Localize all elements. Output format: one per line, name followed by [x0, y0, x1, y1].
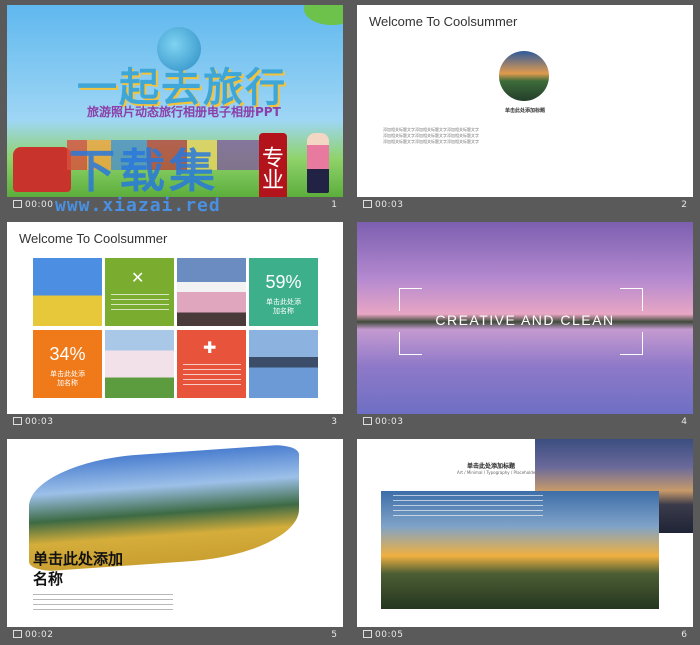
paragraph-line: 添加相关标题文字添加相关标题文字添加相关标题文字 [383, 139, 479, 144]
body-text: 添加相关标题文字添加相关标题文字添加相关标题文字 添加相关标题文字添加相关标题文… [383, 127, 673, 145]
round-photo [499, 51, 549, 101]
body-text [33, 594, 173, 610]
photo-tile-mountain [177, 258, 246, 326]
slide-canvas: Welcome To Coolsummer 单击此处添加标题 添加相关标题文字添… [357, 5, 693, 197]
slide-number: 4 [681, 417, 687, 427]
slide-status-bar: 00:02 5 [7, 627, 343, 645]
slide-thumbnail-3[interactable]: Welcome To Coolsummer ✕ 59% 单击此处添加名称 34%… [7, 222, 343, 432]
animation-icon [363, 200, 372, 208]
transition-time: 00:00 [13, 200, 53, 210]
photo-caption: 单击此处添加标题 [504, 108, 545, 114]
frame-corner-br [620, 332, 643, 355]
percent-label: 单击此处添加名称 [266, 299, 301, 315]
slide-status-bar: 00:05 6 [357, 627, 693, 645]
traveler-figure [307, 133, 329, 193]
frame-corner-bl [399, 332, 422, 355]
animation-icon [13, 630, 22, 638]
photo-tile-lake [249, 330, 318, 398]
wrench-icon: ✕ [131, 268, 145, 287]
slide-number: 3 [331, 417, 337, 427]
tile-percent-2: 34% 单击此处添加名称 [33, 330, 102, 398]
tile-percent-1: 59% 单击此处添加名称 [249, 258, 318, 326]
slide-thumbnail-6[interactable]: 单击此处添加标题 Art / Minimal / Typography / Pl… [357, 439, 693, 645]
transition-time: 00:03 [363, 200, 403, 210]
slide-thumbnail-5[interactable]: 单击此处添加名称 00:02 5 [7, 439, 343, 645]
slide-thumbnail-2[interactable]: Welcome To Coolsummer 单击此处添加标题 添加相关标题文字添… [357, 5, 693, 215]
slide-thumbnail-1[interactable]: 一起去旅行 旅游照片动态旅行相册电子相册PPT 下载集 专业 00:00 1 w… [7, 5, 343, 216]
slide-number: 5 [331, 630, 337, 640]
slide-subtitle: 旅游照片动态旅行相册电子相册PPT [87, 105, 281, 119]
palm-leaves [283, 5, 343, 37]
percent-value: 34% [49, 344, 86, 364]
slide-number: 1 [331, 200, 337, 210]
slide-number: 2 [681, 200, 687, 210]
tile-body-text [183, 364, 241, 388]
car-icon [13, 147, 71, 192]
slide-heading: Welcome To Coolsummer [19, 231, 168, 246]
transition-time: 00:02 [13, 630, 53, 640]
transition-time: 00:03 [363, 417, 403, 427]
photo-tile-field [33, 258, 102, 326]
slide-status-bar: 00:03 4 [357, 414, 693, 432]
gift-icon: ✚ [203, 338, 217, 357]
percent-value: 59% [265, 272, 302, 292]
globe-icon [157, 27, 201, 71]
slide-canvas: 一起去旅行 旅游照片动态旅行相册电子相册PPT 下载集 专业 [7, 5, 343, 197]
photo-tile-blossom [105, 330, 174, 398]
slide-thumbnail-4[interactable]: CREATIVE AND CLEAN 00:03 4 [357, 222, 693, 432]
slide-status-bar: 00:03 2 [357, 197, 693, 215]
transition-time: 00:03 [13, 417, 53, 427]
frame-corner-tl [399, 288, 422, 311]
slide-headline: CREATIVE AND CLEAN [435, 312, 615, 328]
slide-canvas: CREATIVE AND CLEAN [357, 222, 693, 414]
slide-number: 6 [681, 630, 687, 640]
tile-body-text [111, 294, 169, 314]
slide-canvas: 单击此处添加名称 [7, 439, 343, 627]
animation-icon [363, 630, 372, 638]
frame-corner-tr [620, 288, 643, 311]
watermark-stamp: 专业 [258, 133, 287, 197]
slide-status-bar: 00:03 3 [7, 414, 343, 432]
slide-heading: 单击此处添加标题 [467, 463, 516, 470]
overlay-text-block [393, 495, 543, 519]
slide-canvas: Welcome To Coolsummer ✕ 59% 单击此处添加名称 34%… [7, 222, 343, 414]
watermark-text: 下载集 [69, 144, 219, 197]
photo-sunset-hills [381, 491, 659, 609]
tile-wrench: ✕ [105, 258, 174, 326]
slide-heading: 单击此处添加名称 [33, 550, 124, 588]
slide-canvas: 单击此处添加标题 Art / Minimal / Typography / Pl… [357, 439, 693, 627]
animation-icon [13, 417, 22, 425]
transition-time: 00:05 [363, 630, 403, 640]
tile-gift: ✚ [177, 330, 246, 398]
percent-label: 单击此处添加名称 [50, 371, 85, 387]
watermark-url: www.xiazai.red [55, 195, 221, 216]
animation-icon [13, 200, 22, 208]
slide-heading: Welcome To Coolsummer [369, 14, 518, 29]
animation-icon [363, 417, 372, 425]
slide-subheading: Art / Minimal / Typography / Placeholder [457, 470, 537, 475]
